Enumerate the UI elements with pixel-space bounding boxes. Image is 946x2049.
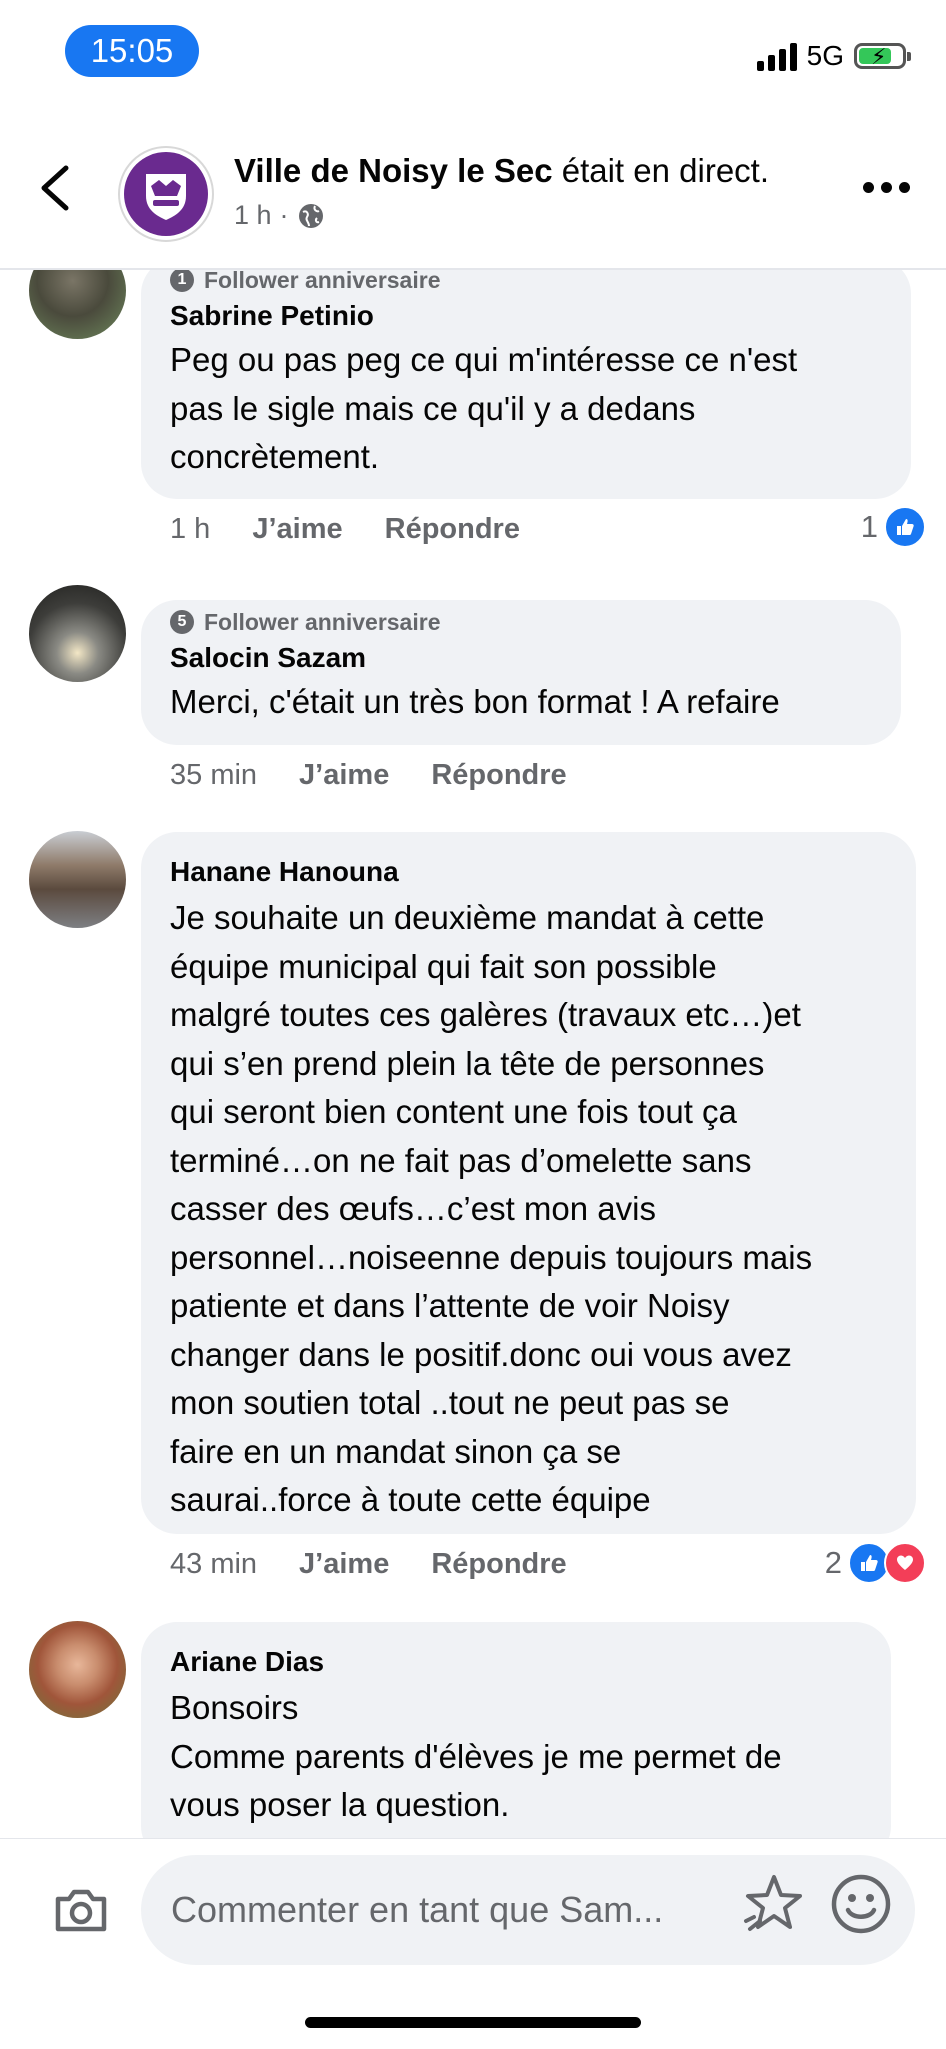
- comment-time: 35 min: [170, 759, 258, 791]
- globe-icon: [298, 203, 323, 228]
- comment-bubble[interactable]: Ariane Dias Bonsoirs Comme parents d'élè…: [141, 1622, 891, 1862]
- comment-text: Je souhaite un deuxième mandat à cette é…: [170, 899, 813, 1518]
- comment-author[interactable]: Hanane Hanouna: [170, 856, 887, 888]
- reply-button[interactable]: Répondre: [431, 1548, 566, 1581]
- emoji-icon[interactable]: [830, 1873, 892, 1935]
- post-title: Ville de Noisy le Sec était en direct.: [234, 152, 769, 190]
- city-crest-icon: [146, 174, 186, 220]
- network-label: 5G: [806, 40, 844, 71]
- comment-actions: 1 h J’aime Répondre: [170, 513, 520, 546]
- comment-actions: 35 min J’aime Répondre: [170, 759, 567, 792]
- reply-button[interactable]: Répondre: [385, 513, 520, 546]
- page-name[interactable]: Ville de Noisy le Sec: [234, 152, 553, 189]
- badge-label: Follower anniversaire: [204, 266, 441, 293]
- comment-time: 1 h: [170, 513, 211, 545]
- post-meta: 1 h ·: [234, 200, 325, 231]
- page-avatar[interactable]: [118, 146, 214, 242]
- badge-number-icon: 5: [170, 610, 194, 634]
- comment-bubble[interactable]: 5 Follower anniversaire Salocin Sazam Me…: [141, 600, 901, 745]
- reaction-summary[interactable]: 1: [861, 506, 926, 548]
- follower-badge: 5 Follower anniversaire: [170, 606, 872, 638]
- status-indicators: 5G ⚡: [756, 40, 911, 72]
- like-button[interactable]: J’aime: [299, 759, 389, 792]
- like-button[interactable]: J’aime: [252, 513, 342, 546]
- avatar[interactable]: [29, 1621, 126, 1718]
- reaction-count: 2: [824, 1545, 842, 1580]
- comment-time: 43 min: [170, 1548, 258, 1580]
- more-options-icon[interactable]: [863, 182, 910, 193]
- comment-text: Bonsoirs Comme parents d'élèves je me pe…: [170, 1689, 782, 1823]
- status-bar: 15:05 5G ⚡: [0, 0, 946, 110]
- post-header: Ville de Noisy le Sec était en direct. 1…: [0, 110, 946, 270]
- like-reaction-icon: [884, 506, 926, 548]
- love-reaction-icon: [884, 1542, 926, 1584]
- avatar[interactable]: [29, 585, 126, 682]
- post-time: 1 h: [234, 200, 272, 230]
- badge-label: Follower anniversaire: [204, 608, 441, 635]
- battery-icon: ⚡: [854, 43, 911, 69]
- status-time: 15:05: [65, 25, 199, 77]
- comment-actions: 43 min J’aime Répondre: [170, 1548, 567, 1581]
- like-button[interactable]: J’aime: [299, 1548, 389, 1581]
- meta-dot: ·: [279, 200, 289, 230]
- comment-composer: Commenter en tant que Sam...: [0, 1838, 946, 2049]
- avatar[interactable]: [29, 831, 126, 928]
- reaction-count: 1: [860, 509, 878, 544]
- comment-text: Merci, c'était un très bon format ! A re…: [170, 683, 780, 720]
- reply-button[interactable]: Répondre: [431, 759, 566, 792]
- comment-author[interactable]: Ariane Dias: [170, 1646, 862, 1678]
- home-indicator[interactable]: [305, 2017, 641, 2028]
- comment-bubble[interactable]: 1 Follower anniversaire Sabrine Petinio …: [141, 258, 911, 499]
- comment-bubble[interactable]: Hanane Hanouna Je souhaite un deuxième m…: [141, 832, 916, 1534]
- signal-icon: [756, 41, 797, 71]
- comment-text: Peg ou pas peg ce qui m'intéresse ce n'e…: [170, 341, 798, 475]
- camera-icon[interactable]: [52, 1881, 110, 1939]
- reaction-summary[interactable]: 2: [825, 1542, 926, 1584]
- avatar-sticker-icon[interactable]: [740, 1871, 808, 1939]
- comment-author[interactable]: Salocin Sazam: [170, 642, 872, 674]
- back-arrow-icon[interactable]: [36, 162, 76, 214]
- badge-number-icon: 1: [170, 268, 194, 292]
- comment-author[interactable]: Sabrine Petinio: [170, 300, 882, 332]
- comment-placeholder: Commenter en tant que Sam...: [171, 1889, 664, 1930]
- live-suffix: était en direct.: [552, 152, 770, 189]
